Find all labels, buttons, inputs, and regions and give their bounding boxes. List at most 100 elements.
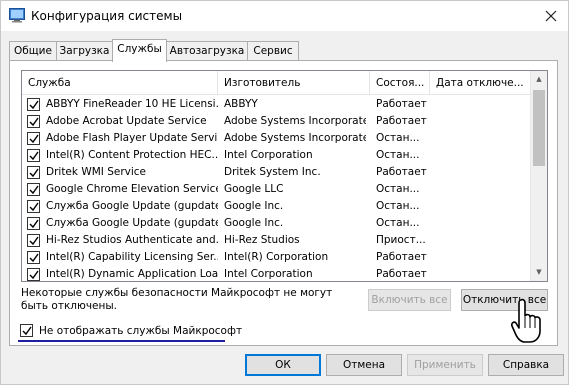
ok-button[interactable]: ОК xyxy=(245,354,321,376)
hide-microsoft-services-label: Не отображать службы Майкрософт xyxy=(39,325,243,337)
close-icon[interactable] xyxy=(540,5,562,27)
service-disabled-date xyxy=(436,198,528,215)
tab-strip: Общие Загрузка Службы Автозагрузка Серви… xyxy=(9,39,559,62)
title-bar[interactable]: Конфигурация системы xyxy=(1,1,568,31)
service-status: Остан... xyxy=(376,183,420,195)
tab-services[interactable]: Службы xyxy=(112,39,167,62)
service-manufacturer: Dritek System Inc. xyxy=(224,166,321,178)
service-row[interactable]: Google Chrome Elevation Service Google LL… xyxy=(22,181,532,198)
service-disabled-date xyxy=(436,113,528,130)
service-name: Google Chrome Elevation Service xyxy=(46,183,218,195)
service-row[interactable]: Intel(R) Capability Licensing Ser... Inte… xyxy=(22,249,532,266)
security-services-notice: Некоторые службы безопасности Майкрософт… xyxy=(21,287,333,312)
system-config-icon xyxy=(9,8,25,23)
column-header-status[interactable]: Состоя... xyxy=(370,71,430,95)
service-row[interactable]: Adobe Acrobat Update Service Adobe System… xyxy=(22,113,532,130)
service-checkbox[interactable] xyxy=(27,251,40,264)
service-checkbox[interactable] xyxy=(27,217,40,230)
service-disabled-date xyxy=(436,215,528,232)
service-status: Работает xyxy=(376,268,427,280)
service-disabled-date xyxy=(436,147,528,164)
service-disabled-date xyxy=(436,181,528,198)
service-checkbox[interactable] xyxy=(27,98,40,111)
column-header-manufacturer[interactable]: Изготовитель xyxy=(218,71,370,95)
service-manufacturer: Google Inc. xyxy=(224,217,284,229)
service-status: Остан... xyxy=(376,217,420,229)
column-header-service[interactable]: Служба xyxy=(22,71,218,95)
checkbox[interactable] xyxy=(20,324,33,337)
service-row[interactable]: Intel(R) Dynamic Application Loa... Intel… xyxy=(22,266,532,281)
service-checkbox[interactable] xyxy=(27,200,40,213)
service-manufacturer: Intel Corporation xyxy=(224,268,313,280)
service-status: Работает xyxy=(376,251,427,263)
scroll-thumb[interactable] xyxy=(533,90,545,166)
service-manufacturer: Adobe Systems Incorporated xyxy=(224,115,366,127)
service-disabled-date xyxy=(436,249,528,266)
hide-microsoft-services-checkbox[interactable]: Не отображать службы Майкрософт xyxy=(20,322,242,340)
service-row[interactable]: Служба Google Update (gupdate... Google I… xyxy=(22,215,532,232)
service-checkbox[interactable] xyxy=(27,234,40,247)
service-name: Служба Google Update (gupdate) xyxy=(46,200,218,212)
service-status: Остан... xyxy=(376,132,420,144)
service-manufacturer: Google LLC xyxy=(224,183,284,195)
service-row[interactable]: Dritek WMI Service Dritek System Inc. Рабо… xyxy=(22,164,532,181)
services-panel: Служба Изготовитель Состоя... Дата отклю… xyxy=(9,60,558,346)
service-status: Работает xyxy=(376,166,427,178)
column-header-disabled-date[interactable]: Дата отключе... xyxy=(430,71,532,95)
service-manufacturer: Intel Corporation xyxy=(224,149,313,161)
enable-all-button[interactable]: Включить все xyxy=(368,289,451,311)
help-button[interactable]: Справка xyxy=(488,354,564,376)
service-status: Приост... xyxy=(376,234,426,246)
service-checkbox[interactable] xyxy=(27,132,40,145)
tab-startup[interactable]: Автозагрузка xyxy=(166,41,248,61)
hand-pointer-icon xyxy=(511,298,545,344)
cancel-button[interactable]: Отмена xyxy=(326,354,402,376)
apply-button[interactable]: Применить xyxy=(407,354,483,376)
service-row[interactable]: Hi-Rez Studios Authenticate and... Hi-Rez… xyxy=(22,232,532,249)
tab-general[interactable]: Общие xyxy=(9,41,57,61)
service-checkbox[interactable] xyxy=(27,115,40,128)
service-checkbox[interactable] xyxy=(27,183,40,196)
service-name: Adobe Acrobat Update Service xyxy=(46,115,207,127)
service-manufacturer: Hi-Rez Studios xyxy=(224,234,300,246)
service-disabled-date xyxy=(436,266,528,281)
service-checkbox[interactable] xyxy=(27,149,40,162)
service-manufacturer: Adobe Systems Incorporated xyxy=(224,132,366,144)
service-row[interactable]: Adobe Flash Player Update Service Adobe S… xyxy=(22,130,532,147)
service-manufacturer: ABBYY xyxy=(224,98,258,110)
service-disabled-date xyxy=(436,96,528,113)
service-manufacturer: Google Inc. xyxy=(224,200,284,212)
scroll-down-arrow-icon[interactable]: ▼ xyxy=(531,264,547,281)
service-status: Остан... xyxy=(376,149,420,161)
service-disabled-date xyxy=(436,130,528,147)
service-name: ABBYY FineReader 10 HE Licensi... xyxy=(46,98,218,110)
service-status: Работает xyxy=(376,98,427,110)
service-checkbox[interactable] xyxy=(27,166,40,179)
service-name: Intel(R) Content Protection HEC... xyxy=(46,149,218,161)
scroll-up-arrow-icon[interactable]: ▲ xyxy=(531,71,547,88)
service-name: Adobe Flash Player Update Service xyxy=(46,132,218,144)
service-row[interactable]: Intel(R) Content Protection HEC... Intel … xyxy=(22,147,532,164)
highlight-underline xyxy=(18,340,225,342)
services-rows: ABBYY FineReader 10 HE Licensi... ABBYY Ра… xyxy=(22,96,532,281)
list-header: Служба Изготовитель Состоя... Дата отклю… xyxy=(22,71,532,95)
window-title: Конфигурация системы xyxy=(31,9,183,23)
service-manufacturer: Intel(R) Corporation xyxy=(224,251,329,263)
service-name: Intel(R) Capability Licensing Ser... xyxy=(46,251,218,263)
service-status: Остан... xyxy=(376,200,420,212)
service-name: Служба Google Update (gupdate... xyxy=(46,217,218,229)
service-name: Dritek WMI Service xyxy=(46,166,146,178)
service-disabled-date xyxy=(436,164,528,181)
service-status: Работает xyxy=(376,115,427,127)
tab-tools[interactable]: Сервис xyxy=(247,41,299,61)
service-row[interactable]: ABBYY FineReader 10 HE Licensi... ABBYY Ра… xyxy=(22,96,532,113)
service-row[interactable]: Служба Google Update (gupdate) Google Inc… xyxy=(22,198,532,215)
service-name: Intel(R) Dynamic Application Loa... xyxy=(46,268,218,280)
vertical-scrollbar[interactable]: ▲ ▼ xyxy=(530,71,547,281)
service-checkbox[interactable] xyxy=(27,268,40,281)
service-name: Hi-Rez Studios Authenticate and... xyxy=(46,234,218,246)
service-disabled-date xyxy=(436,232,528,249)
system-configuration-window: Конфигурация системы Общие Загрузка Служ… xyxy=(0,0,569,385)
tab-boot[interactable]: Загрузка xyxy=(56,41,113,61)
services-list[interactable]: Служба Изготовитель Состоя... Дата отклю… xyxy=(21,70,548,282)
